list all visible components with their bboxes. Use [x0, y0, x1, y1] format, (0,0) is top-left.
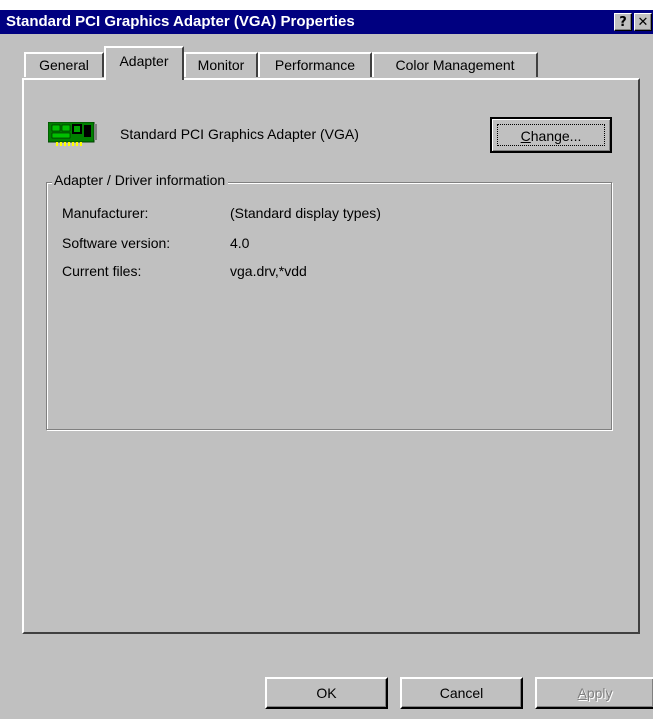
change-button-focus-ring: Change...: [497, 124, 605, 146]
cancel-button-label: Cancel: [439, 685, 484, 701]
software-version-value: 4.0: [230, 235, 250, 251]
change-button[interactable]: Change...: [490, 117, 612, 153]
title-bar[interactable]: Standard PCI Graphics Adapter (VGA) Prop…: [0, 10, 653, 34]
ok-button-label: OK: [316, 685, 337, 701]
manufacturer-label: Manufacturer:: [62, 205, 149, 221]
software-version-label: Software version:: [62, 235, 171, 251]
window-title: Standard PCI Graphics Adapter (VGA) Prop…: [6, 13, 355, 30]
close-icon: ✕: [637, 15, 649, 30]
tab-color-management-label: Color Management: [395, 57, 515, 73]
question-mark-icon: ?: [619, 15, 627, 30]
current-files-label: Current files:: [62, 263, 142, 279]
change-button-mnemonic: C: [520, 128, 531, 144]
tab-adapter[interactable]: Adapter: [104, 46, 184, 80]
screen-top-strip: [0, 0, 653, 10]
adapter-name: Standard PCI Graphics Adapter (VGA): [120, 126, 359, 142]
change-button-label: hange...: [530, 128, 582, 144]
tab-general-label: General: [39, 57, 89, 73]
ok-button[interactable]: OK: [265, 677, 388, 709]
tab-general[interactable]: General: [24, 52, 104, 77]
manufacturer-value: (Standard display types): [230, 205, 381, 221]
apply-button[interactable]: Apply: [535, 677, 653, 709]
apply-button-mnemonic: A: [577, 685, 587, 701]
close-button[interactable]: ✕: [634, 13, 652, 31]
current-files-value: vga.drv,*vdd: [230, 263, 307, 279]
tab-performance[interactable]: Performance: [258, 52, 372, 77]
tab-monitor[interactable]: Monitor: [184, 52, 258, 77]
display-adapter-card-icon: [48, 122, 97, 146]
tab-color-management[interactable]: Color Management: [372, 52, 538, 77]
tab-monitor-label: Monitor: [197, 57, 245, 73]
cancel-button[interactable]: Cancel: [400, 677, 523, 709]
driver-info-legend: Adapter / Driver information: [52, 172, 229, 188]
tab-adapter-label: Adapter: [119, 53, 169, 69]
tab-performance-label: Performance: [274, 57, 356, 73]
help-button[interactable]: ?: [614, 13, 632, 31]
apply-button-label: pply: [586, 685, 613, 701]
